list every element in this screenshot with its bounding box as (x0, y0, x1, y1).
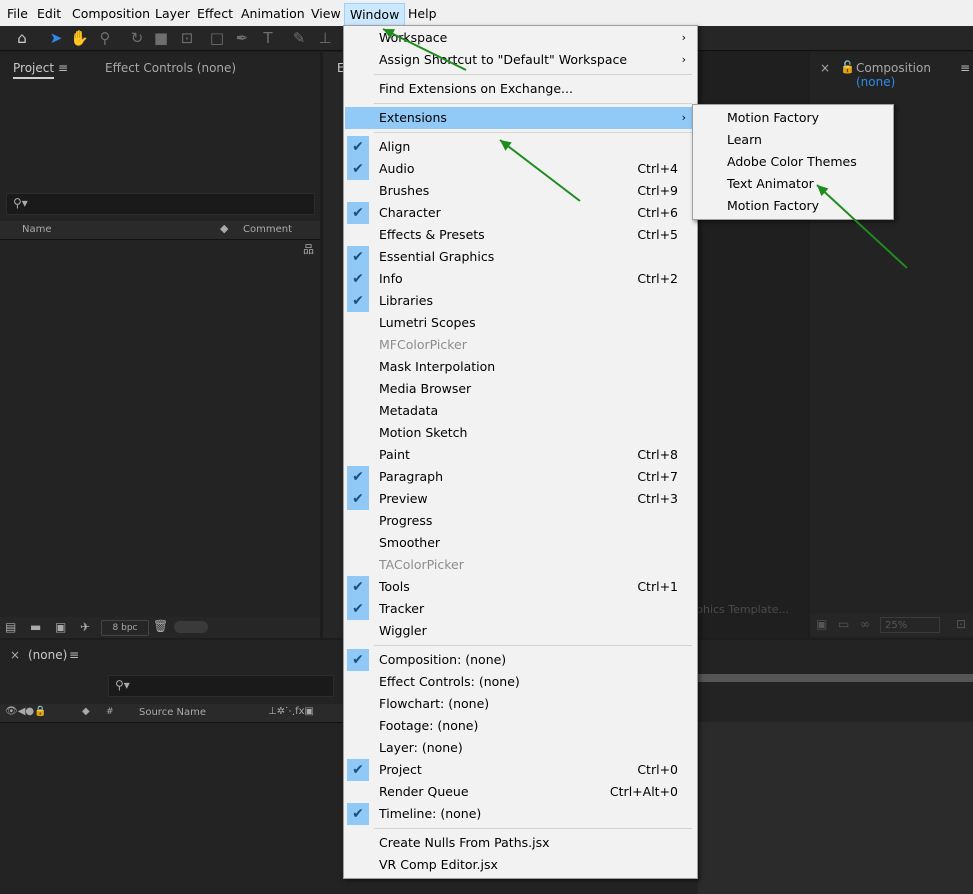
annotation-arrowhead (500, 140, 512, 151)
annotation-arrows (382, 28, 908, 269)
annotation-arrow-line (382, 28, 467, 71)
annotation-arrow-line (816, 184, 908, 269)
annotation-arrow-line (499, 139, 581, 202)
